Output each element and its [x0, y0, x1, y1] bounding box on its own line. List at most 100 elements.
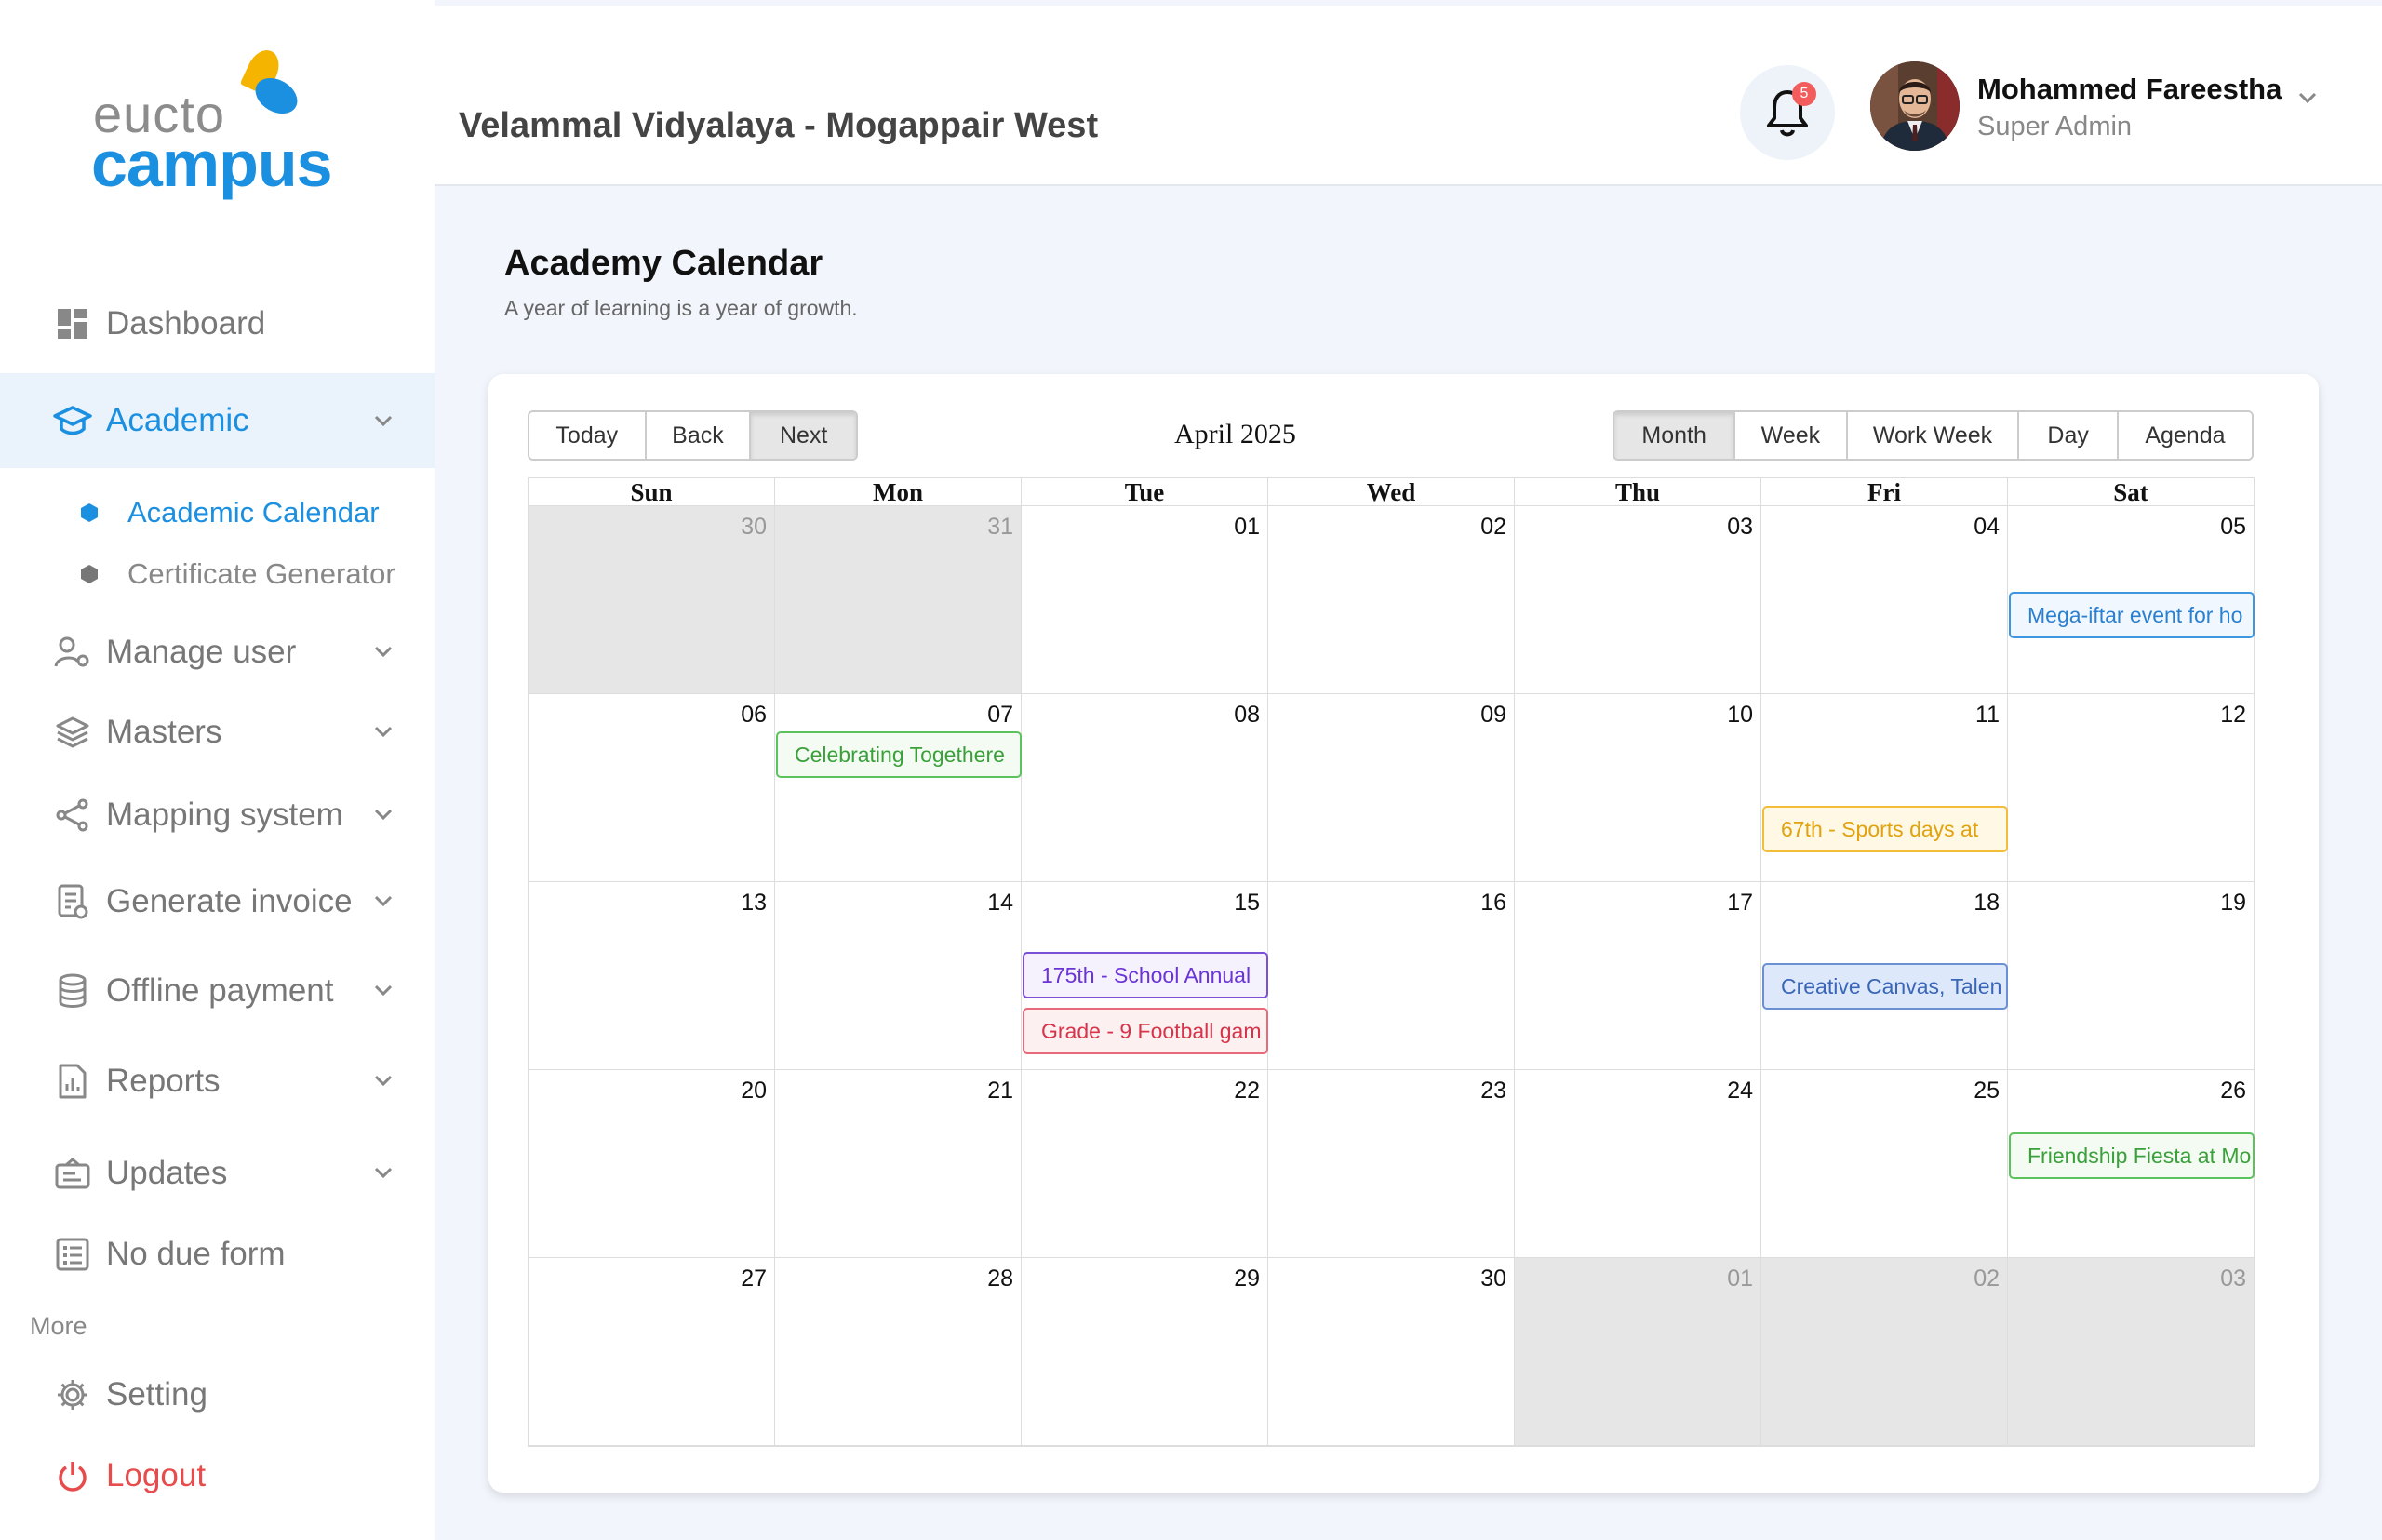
sidebar-item-label: Academic [106, 402, 249, 438]
sidebar-item-offline-payment[interactable]: Offline payment [0, 965, 435, 1017]
day-number: 28 [987, 1265, 1013, 1292]
next-button[interactable]: Next [751, 412, 856, 459]
view-work-week-button[interactable]: Work Week [1847, 412, 2020, 459]
day-cell[interactable]: 29 [1022, 1258, 1268, 1446]
calendar-event[interactable]: 175th - School Annual [1023, 952, 1268, 998]
calendar-event[interactable]: Mega-iftar event for ho [2009, 592, 2255, 638]
day-cell[interactable]: 19 [2008, 882, 2255, 1070]
day-number: 30 [741, 514, 767, 540]
day-cell[interactable]: 20 [529, 1070, 775, 1258]
day-cell[interactable]: 31 [775, 506, 1022, 694]
day-cell[interactable]: 24 [1515, 1070, 1761, 1258]
sidebar-subitem-academic-calendar[interactable]: Academic Calendar [0, 489, 435, 536]
sidebar-item-dashboard[interactable]: Dashboard [0, 298, 435, 350]
day-cell[interactable]: 14 [775, 882, 1022, 1070]
day-cell[interactable]: 16 [1268, 882, 1515, 1070]
day-cell[interactable]: 13 [529, 882, 775, 1070]
day-number: 14 [987, 890, 1013, 916]
day-cell[interactable]: 27 [529, 1258, 775, 1446]
day-cell[interactable]: 22 [1022, 1070, 1268, 1258]
chevron-down-icon [374, 895, 393, 907]
view-agenda-button[interactable]: Agenda [2118, 412, 2252, 459]
calendar-event[interactable]: Friendship Fiesta at Mo [2009, 1132, 2255, 1179]
calendar-event[interactable]: 67th - Sports days at [1762, 806, 2008, 852]
day-number: 08 [1234, 702, 1260, 728]
page-subtitle: A year of learning is a year of growth. [504, 296, 858, 320]
month-grid: Sun Mon Tue Wed Thu Fri Sat 30 31 01 02 … [528, 477, 2255, 1447]
sidebar-item-label: Logout [106, 1457, 207, 1493]
day-number: 30 [1480, 1265, 1506, 1292]
day-cell[interactable]: 04 [1761, 506, 2008, 694]
day-cell[interactable]: 09 [1268, 694, 1515, 882]
day-cell[interactable]: 23 [1268, 1070, 1515, 1258]
share-nodes-icon [52, 795, 93, 836]
section-label-more: More [30, 1312, 87, 1340]
sidebar-item-logout[interactable]: Logout [0, 1450, 435, 1502]
day-cell[interactable]: 01 [1515, 1258, 1761, 1446]
user-role: Super Admin [1977, 112, 2133, 141]
sidebar-item-label: Setting [106, 1376, 207, 1413]
day-cell[interactable]: 30 [1268, 1258, 1515, 1446]
day-cell[interactable]: 11 [1761, 694, 2008, 882]
day-number: 29 [1234, 1265, 1260, 1292]
sidebar-item-mapping-system[interactable]: Mapping system [0, 789, 435, 841]
updates-board-icon [52, 1153, 93, 1194]
calendar-event[interactable]: Grade - 9 Football gam [1023, 1008, 1268, 1054]
day-cell[interactable]: 21 [775, 1070, 1022, 1258]
today-button[interactable]: Today [529, 412, 647, 459]
sidebar-item-academic[interactable]: Academic [0, 373, 435, 468]
day-cell[interactable]: 02 [1761, 1258, 2008, 1446]
user-photo-icon [1870, 61, 1960, 151]
weekday-header: Sun [529, 478, 775, 506]
sidebar-item-label: Dashboard [106, 305, 266, 341]
sidebar-item-manage-user[interactable]: Manage user [0, 626, 435, 678]
sidebar-item-setting[interactable]: Setting [0, 1369, 435, 1421]
sidebar-item-generate-invoice[interactable]: Generate invoice [0, 876, 435, 928]
view-day-button[interactable]: Day [2019, 412, 2119, 459]
day-number: 01 [1234, 514, 1260, 540]
calendar-event[interactable]: Celebrating Togethere [776, 731, 1022, 778]
day-number: 23 [1480, 1078, 1506, 1104]
sidebar-subitem-label: Academic Calendar [127, 496, 380, 529]
sidebar-item-label: Mapping system [106, 797, 343, 833]
day-cell[interactable]: 28 [775, 1258, 1022, 1446]
layers-icon [52, 712, 93, 753]
database-icon [52, 971, 93, 1011]
day-cell[interactable]: 12 [2008, 694, 2255, 882]
day-cell[interactable]: 02 [1268, 506, 1515, 694]
avatar[interactable] [1870, 61, 1960, 151]
day-cell[interactable]: 03 [2008, 1258, 2255, 1446]
day-cell[interactable]: 01 [1022, 506, 1268, 694]
sidebar-item-label: Offline payment [106, 972, 334, 1009]
sidebar-item-no-due-form[interactable]: No due form [0, 1228, 435, 1280]
day-cell[interactable]: 03 [1515, 506, 1761, 694]
day-cell[interactable]: 17 [1515, 882, 1761, 1070]
logo-text-bottom: campus [91, 127, 333, 200]
sidebar-item-updates[interactable]: Updates [0, 1147, 435, 1199]
calendar-event[interactable]: Creative Canvas, Talen [1762, 963, 2008, 1010]
sidebar-item-masters[interactable]: Masters [0, 706, 435, 758]
notification-button[interactable]: 5 [1740, 65, 1835, 160]
view-week-button[interactable]: Week [1735, 412, 1848, 459]
day-cell[interactable]: 25 [1761, 1070, 2008, 1258]
back-button[interactable]: Back [646, 412, 752, 459]
day-number: 27 [741, 1265, 767, 1292]
day-number: 10 [1727, 702, 1753, 728]
day-cell[interactable]: 06 [529, 694, 775, 882]
sidebar: eucto campus Dashboard Academic Academic… [0, 0, 435, 1540]
topbar: Velammal Vidyalaya - Mogappair West 5 Mo… [435, 6, 2382, 186]
day-cell[interactable]: 30 [529, 506, 775, 694]
day-number: 07 [987, 702, 1013, 728]
page-title: Academy Calendar [504, 244, 823, 283]
day-cell[interactable]: 07 [775, 694, 1022, 882]
day-number: 26 [2220, 1078, 2246, 1104]
sidebar-subitem-certificate-generator[interactable]: Certificate Generator [0, 551, 435, 597]
day-number: 18 [1974, 890, 2000, 916]
chevron-down-icon[interactable] [2294, 84, 2322, 112]
view-month-button[interactable]: Month [1614, 412, 1736, 459]
eucto-campus-logo[interactable]: eucto campus [91, 45, 333, 203]
sidebar-item-reports[interactable]: Reports [0, 1055, 435, 1107]
day-cell[interactable]: 10 [1515, 694, 1761, 882]
notification-count-badge: 5 [1792, 82, 1816, 106]
day-cell[interactable]: 08 [1022, 694, 1268, 882]
